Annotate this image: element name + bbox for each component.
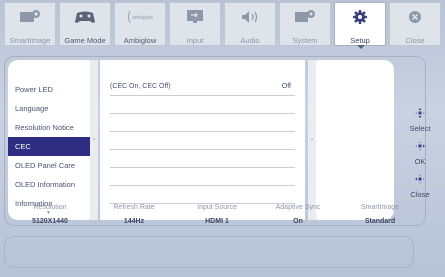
option-value: Off [281, 83, 291, 90]
svg-text:ambiglow: ambiglow [132, 15, 154, 21]
tab-label: Audio [240, 36, 260, 45]
tab-audio[interactable]: Audio [224, 2, 276, 46]
status-value: Standard [364, 218, 396, 225]
status-frame [4, 236, 414, 268]
menu-item-oled-information[interactable]: OLED Information [8, 175, 90, 194]
status-adaptive-sync: Adaptive Sync On [258, 204, 338, 225]
ambiglow-icon: ambiglow [126, 8, 154, 26]
system-icon [294, 8, 316, 26]
status-value: On [293, 218, 303, 225]
status-value: 144Hz [123, 218, 145, 225]
menu-item-cec[interactable]: CEC [8, 137, 90, 156]
select-control[interactable]: Select [407, 105, 433, 133]
ok-control[interactable]: OK [407, 138, 433, 166]
smartimage-icon [19, 8, 41, 26]
empty-row [110, 114, 295, 132]
chevron-right-icon: › [90, 60, 98, 220]
close-icon [407, 8, 423, 26]
gear-icon [352, 8, 368, 26]
tab-label: System [292, 36, 318, 45]
status-input-source: Input Source HDMI 1 [177, 204, 257, 225]
status-value: HDMI 1 [205, 218, 229, 225]
joystick-ok-icon [415, 141, 425, 151]
tab-label: Input [186, 36, 204, 45]
speaker-icon [239, 8, 261, 26]
status-refresh-rate: Refresh Rate 144Hz [94, 204, 174, 225]
tab-setup[interactable]: Setup [334, 2, 386, 49]
select-label: Select [409, 124, 431, 133]
gamepad-icon [74, 8, 96, 26]
values-panel [316, 60, 394, 220]
cec-option-row[interactable]: (CEC On, CEC Off) Off [110, 78, 295, 96]
status-key: SmartImage [360, 204, 400, 211]
setup-menu: Power LED Language Resolution Notice CEC… [8, 60, 90, 220]
empty-row [110, 186, 295, 204]
empty-row [110, 168, 295, 186]
input-icon [184, 8, 206, 26]
tab-label: Game Mode [64, 36, 106, 45]
tab-label: Setup [350, 36, 370, 45]
joystick-select-icon [415, 108, 425, 118]
status-key: Adaptive Sync [275, 204, 321, 211]
status-key: Input Source [197, 204, 237, 211]
tab-label: Close [405, 36, 425, 45]
chevron-right-icon: › [308, 60, 316, 220]
tab-input[interactable]: Input [169, 2, 221, 46]
status-value: 5120X1440 [32, 218, 68, 225]
menu-item-language[interactable]: Language [8, 99, 90, 118]
option-description: (CEC On, CEC Off) [110, 83, 171, 90]
ok-label: OK [414, 157, 426, 166]
tab-close[interactable]: Close [389, 2, 441, 46]
top-tab-bar: SmartImage Game Mode ambiglow Ambiglow I… [4, 2, 441, 49]
close-control[interactable]: Close [407, 171, 433, 199]
tab-ambiglow[interactable]: ambiglow Ambiglow [114, 2, 166, 46]
close-label: Close [410, 190, 430, 199]
menu-item-power-led[interactable]: Power LED [8, 80, 90, 99]
tab-label: SmartImage [9, 36, 51, 45]
joystick-close-icon [415, 174, 425, 184]
menu-item-resolution-notice[interactable]: Resolution Notice [8, 118, 90, 137]
status-smartimage: SmartImage Standard [340, 204, 420, 225]
menu-item-oled-panel-care[interactable]: OLED Panel Care [8, 156, 90, 175]
empty-row [110, 150, 295, 168]
status-key: Refresh Rate [113, 204, 155, 211]
tab-game-mode[interactable]: Game Mode [59, 2, 111, 46]
tab-smartimage[interactable]: SmartImage [4, 2, 56, 46]
empty-row [110, 132, 295, 150]
empty-row [110, 96, 295, 114]
status-key: Resolution [33, 204, 67, 211]
status-resolution: Resolution 5120X1440 [10, 204, 90, 225]
options-panel: (CEC On, CEC Off) Off [100, 60, 305, 220]
tab-system[interactable]: System [279, 2, 331, 46]
tab-label: Ambiglow [123, 36, 157, 45]
